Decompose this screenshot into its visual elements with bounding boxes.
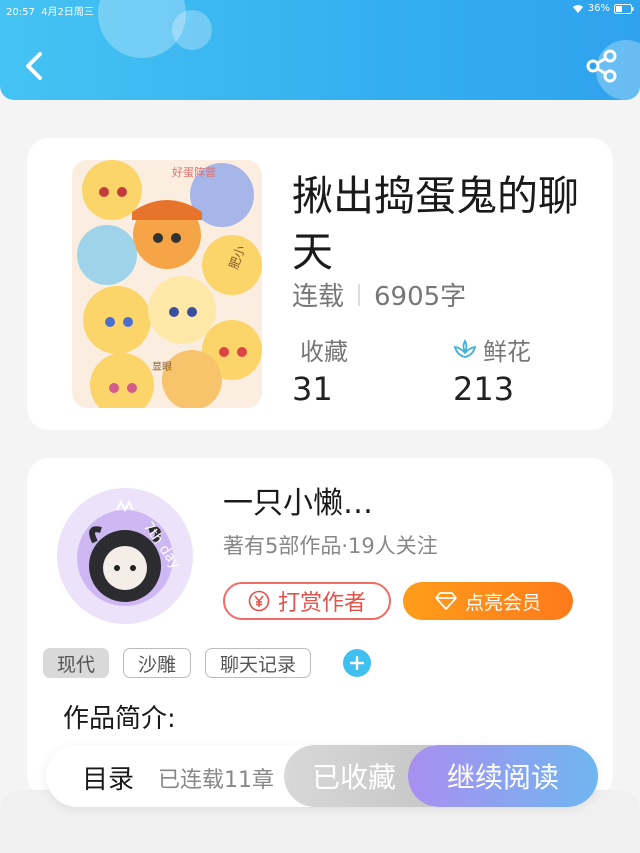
tag-item[interactable]: 现代 — [43, 648, 110, 678]
collected-label: 已收藏 — [311, 761, 396, 794]
flowers-count: 213 — [453, 370, 515, 408]
tip-author-label: 打赏作者 — [277, 591, 366, 616]
cover-badge-text: 好蛋阵营 — [172, 165, 216, 179]
favorites-count: 31 — [292, 370, 333, 408]
toc-button[interactable]: 目录 — [82, 759, 134, 796]
book-title: 揪出捣蛋鬼的聊天 — [292, 172, 579, 276]
tag-item[interactable]: 聊天记录 — [205, 648, 312, 678]
flowers-label: 鲜花 — [483, 338, 531, 366]
bottom-action-bar: 目录 已连载11章 已收藏 继续阅读 — [46, 745, 598, 807]
battery-percent: 36% — [587, 3, 610, 14]
activate-vip-label: 点亮会员 — [464, 591, 541, 614]
continue-reading-label: 继续阅读 — [446, 761, 559, 794]
avatar-image: 7th day — [57, 488, 193, 624]
back-button[interactable] — [20, 48, 52, 84]
continue-reading-button[interactable]: 继续阅读 — [408, 745, 598, 807]
share-button[interactable] — [584, 48, 620, 84]
book-cover[interactable]: 好蛋阵营 肥小 显眼 — [72, 160, 262, 408]
add-tag-button[interactable] — [343, 649, 372, 677]
author-name[interactable]: 一只小懒… — [223, 478, 373, 522]
wifi-icon — [572, 4, 583, 13]
book-info-card: 好蛋阵营 肥小 显眼 揪出捣蛋鬼的聊天 连载 6905字 收藏 31 鲜花 21… — [27, 138, 613, 430]
flowers-stat[interactable]: 鲜花 — [453, 332, 531, 367]
status-date: 4月2日周三 — [41, 7, 94, 18]
battery-icon — [614, 3, 634, 14]
divider — [358, 283, 361, 306]
tip-author-button[interactable]: 打赏作者 — [223, 582, 391, 620]
cover-sign-text: 显眼 — [152, 361, 172, 373]
book-status: 连载 — [292, 282, 345, 312]
diamond-icon — [435, 592, 457, 610]
author-stats: 著有5部作品·19人关注 — [223, 534, 438, 558]
tag-list: 现代 沙雕 聊天记录 — [43, 648, 372, 678]
intro-label: 作品简介: — [63, 704, 176, 734]
activate-vip-button[interactable]: 点亮会员 — [403, 582, 573, 620]
status-time-date: 20:57 4月2日周三 — [6, 3, 94, 18]
plus-icon — [350, 656, 365, 670]
cover-illustration: 好蛋阵营 肥小 显眼 — [72, 160, 262, 408]
top-header: 20:57 4月2日周三 36% — [0, 0, 640, 100]
status-time: 20:57 — [6, 7, 35, 18]
yen-coin-icon — [248, 590, 270, 612]
status-bar: 20:57 4月2日周三 36% — [0, 0, 640, 18]
flower-icon — [453, 338, 477, 358]
chevron-left-icon — [26, 52, 42, 80]
book-word-count: 6905字 — [374, 282, 467, 312]
tag-item[interactable]: 沙雕 — [123, 648, 192, 678]
share-icon — [586, 49, 617, 83]
book-meta: 连载 6905字 — [292, 276, 466, 313]
author-avatar[interactable]: 7th day — [55, 486, 195, 626]
status-right: 36% — [572, 3, 634, 14]
chapter-count[interactable]: 已连载11章 — [158, 762, 274, 794]
favorites-label: 收藏 — [300, 338, 348, 366]
